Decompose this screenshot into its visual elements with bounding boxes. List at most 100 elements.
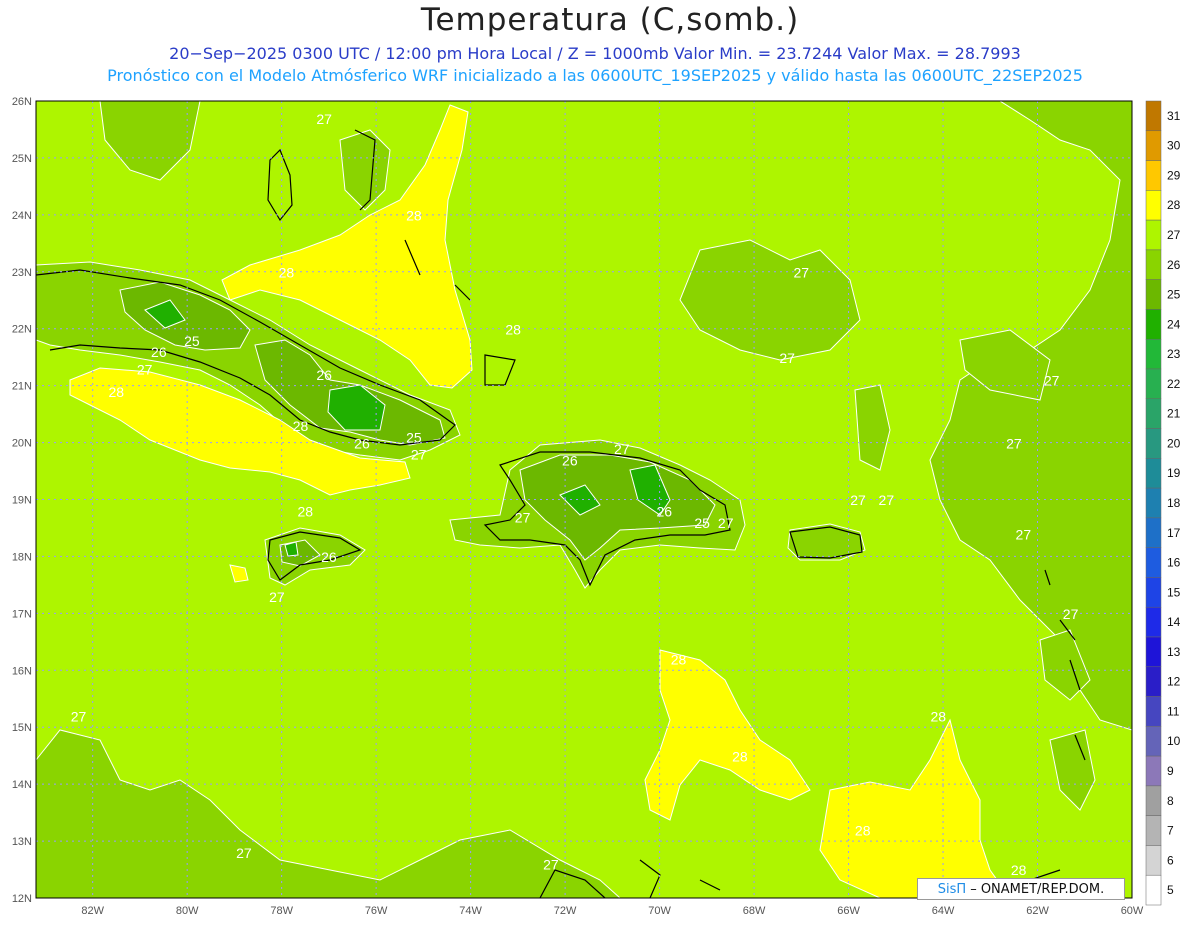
colorbar-label: 15 (1167, 585, 1181, 599)
colorbar-swatch (1145, 338, 1162, 370)
contour-label: 28 (931, 709, 947, 725)
colorbar: 31 30 29 28 27 26 25 24 23 22 21 20 19 18 17 16 15 14 13 12… (1145, 100, 1181, 906)
colorbar-label: 5 (1167, 883, 1174, 897)
longitude-label: 68W (743, 905, 766, 917)
colorbar-label: 29 (1167, 168, 1181, 182)
colorbar-label: 6 (1167, 853, 1174, 867)
contour-label: 28 (732, 748, 748, 764)
credit-box: SisΠ – ONAMET/REP.DOM. (917, 878, 1125, 900)
contour-label: 27 (718, 515, 734, 531)
contour-label: 25 (184, 333, 200, 349)
contour-label: 27 (794, 264, 810, 280)
colorbar-swatch (1145, 398, 1162, 429)
colorbar-swatch (1145, 785, 1162, 816)
contour-label: 28 (505, 321, 521, 337)
colorbar-swatch (1145, 130, 1162, 161)
contour-label: 26 (354, 435, 370, 451)
longitude-label: 60W (1121, 905, 1144, 917)
colorbar-swatch (1145, 517, 1162, 548)
colorbar-label: 9 (1167, 764, 1174, 778)
contour-label: 27 (614, 441, 630, 457)
colorbar-swatch (1145, 160, 1162, 191)
colorbar-label: 26 (1167, 258, 1181, 272)
temperature-map: 2728282825262728262826 2527 262727 2625 2727… (12, 96, 1181, 917)
colorbar-swatch (1145, 815, 1162, 846)
longitude-label: 66W (837, 905, 860, 917)
contour-label: 27 (71, 709, 87, 725)
colorbar-swatch (1145, 666, 1162, 697)
latitude-label: 16N (12, 665, 32, 677)
colorbar-swatch (1145, 190, 1162, 221)
colorbar-label: 20 (1167, 436, 1181, 450)
colorbar-label: 12 (1167, 675, 1181, 689)
contour-label: 27 (316, 111, 332, 127)
colorbar-swatch (1145, 458, 1162, 489)
colorbar-swatch (1145, 696, 1162, 727)
longitude-label: 82W (81, 905, 104, 917)
colorbar-swatch (1145, 547, 1162, 578)
longitude-labels: 82W 80W 78W 76W 74W 72W 70W 68W 66W 64W 62W 60W (81, 905, 1144, 917)
colorbar-label: 14 (1167, 615, 1181, 629)
colorbar-swatch (1145, 279, 1162, 310)
colorbar-label: 23 (1167, 347, 1181, 361)
colorbar-swatch (1145, 309, 1162, 340)
contour-label: 25 (694, 515, 710, 531)
colorbar-swatch (1145, 874, 1162, 906)
colorbar-swatch (1145, 755, 1162, 787)
contour-label: 28 (406, 208, 422, 224)
latitude-label: 23N (12, 267, 32, 279)
longitude-label: 72W (554, 905, 577, 917)
colorbar-label: 13 (1167, 645, 1181, 659)
colorbar-swatch (1145, 577, 1162, 608)
colorbar-label: 18 (1167, 496, 1181, 510)
latitude-label: 17N (12, 608, 32, 620)
contour-label: 27 (1016, 526, 1032, 542)
contour-label: 27 (1044, 373, 1060, 389)
colorbar-label: 31 (1167, 109, 1181, 123)
contour-label: 26 (657, 504, 673, 520)
contour-label: 28 (1011, 862, 1027, 878)
latitude-label: 25N (12, 153, 32, 165)
contour-label: 27 (1006, 435, 1022, 451)
contour-label: 27 (850, 492, 866, 508)
colorbar-label: 25 (1167, 288, 1181, 302)
contour-label: 27 (879, 492, 895, 508)
longitude-label: 76W (365, 905, 388, 917)
colorbar-swatch (1145, 845, 1162, 876)
longitude-label: 80W (176, 905, 199, 917)
contour-label: 27 (236, 845, 252, 861)
contour-label: 28 (297, 504, 313, 520)
colorbar-label: 17 (1167, 526, 1181, 540)
colorbar-label: 27 (1167, 228, 1181, 242)
latitude-label: 18N (12, 551, 32, 563)
contour-label: 26 (562, 452, 578, 468)
contour-label: 28 (671, 652, 687, 668)
longitude-label: 74W (459, 905, 482, 917)
colorbar-label: 19 (1167, 466, 1181, 480)
colorbar-label: 21 (1167, 407, 1181, 421)
longitude-label: 64W (932, 905, 955, 917)
contour-label: 27 (515, 509, 531, 525)
latitude-label: 21N (12, 381, 32, 393)
colorbar-label: 16 (1167, 556, 1181, 570)
contour-label: 28 (279, 264, 295, 280)
colorbar-swatch (1145, 726, 1162, 757)
colorbar-swatch (1145, 368, 1162, 400)
colorbar-label: 10 (1167, 734, 1181, 748)
colorbar-swatch (1145, 219, 1162, 251)
contour-label: 27 (1063, 606, 1079, 622)
colorbar-label: 7 (1167, 824, 1174, 838)
contour-label: 28 (855, 822, 871, 838)
latitude-label: 15N (12, 722, 32, 734)
contour-label: 27 (137, 361, 153, 377)
colorbar-label: 24 (1167, 317, 1181, 331)
colorbar-swatch (1145, 249, 1162, 280)
colorbar-swatch (1145, 100, 1162, 132)
longitude-label: 78W (270, 905, 293, 917)
contour-label: 28 (109, 384, 125, 400)
colorbar-label: 30 (1167, 139, 1181, 153)
latitude-label: 12N (12, 893, 32, 905)
colorbar-swatch (1145, 487, 1162, 519)
latitude-label: 13N (12, 836, 32, 848)
contour-label: 27 (543, 857, 559, 873)
